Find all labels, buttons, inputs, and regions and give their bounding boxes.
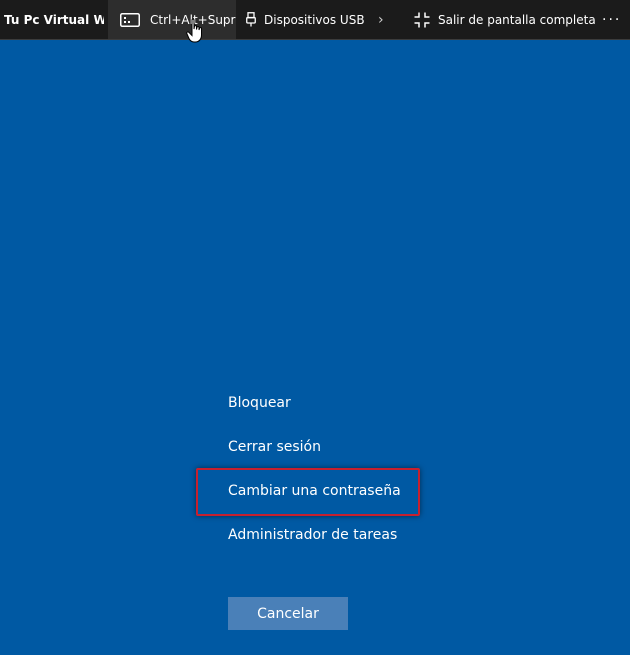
usb-icon <box>246 12 256 27</box>
more-icon[interactable]: ··· <box>602 0 621 39</box>
exit-fullscreen-icon <box>414 12 430 28</box>
keyboard-icon <box>120 12 140 27</box>
hand-cursor-icon <box>186 18 206 44</box>
lock-option[interactable]: Bloquear <box>228 395 291 411</box>
usb-devices-label: Dispositivos USB <box>264 12 365 27</box>
cancel-button[interactable]: Cancelar <box>228 597 348 630</box>
exit-fullscreen-button[interactable]: Salir de pantalla completa <box>414 0 596 39</box>
ctrl-alt-del-button[interactable]: Ctrl+Alt+Supr <box>108 0 236 39</box>
task-manager-option[interactable]: Administrador de tareas <box>228 527 397 543</box>
top-toolbar: Tu Pc Virtual W... Ctrl+Alt+Supr Disposi… <box>0 0 630 40</box>
usb-devices-button[interactable]: Dispositivos USB <box>246 0 365 39</box>
change-password-option[interactable]: Cambiar una contraseña <box>228 483 401 499</box>
chevron-right-icon[interactable]: › <box>378 0 384 39</box>
sign-out-option[interactable]: Cerrar sesión <box>228 439 321 455</box>
exit-fullscreen-label: Salir de pantalla completa <box>438 12 596 27</box>
window-title: Tu Pc Virtual W... <box>4 12 104 27</box>
